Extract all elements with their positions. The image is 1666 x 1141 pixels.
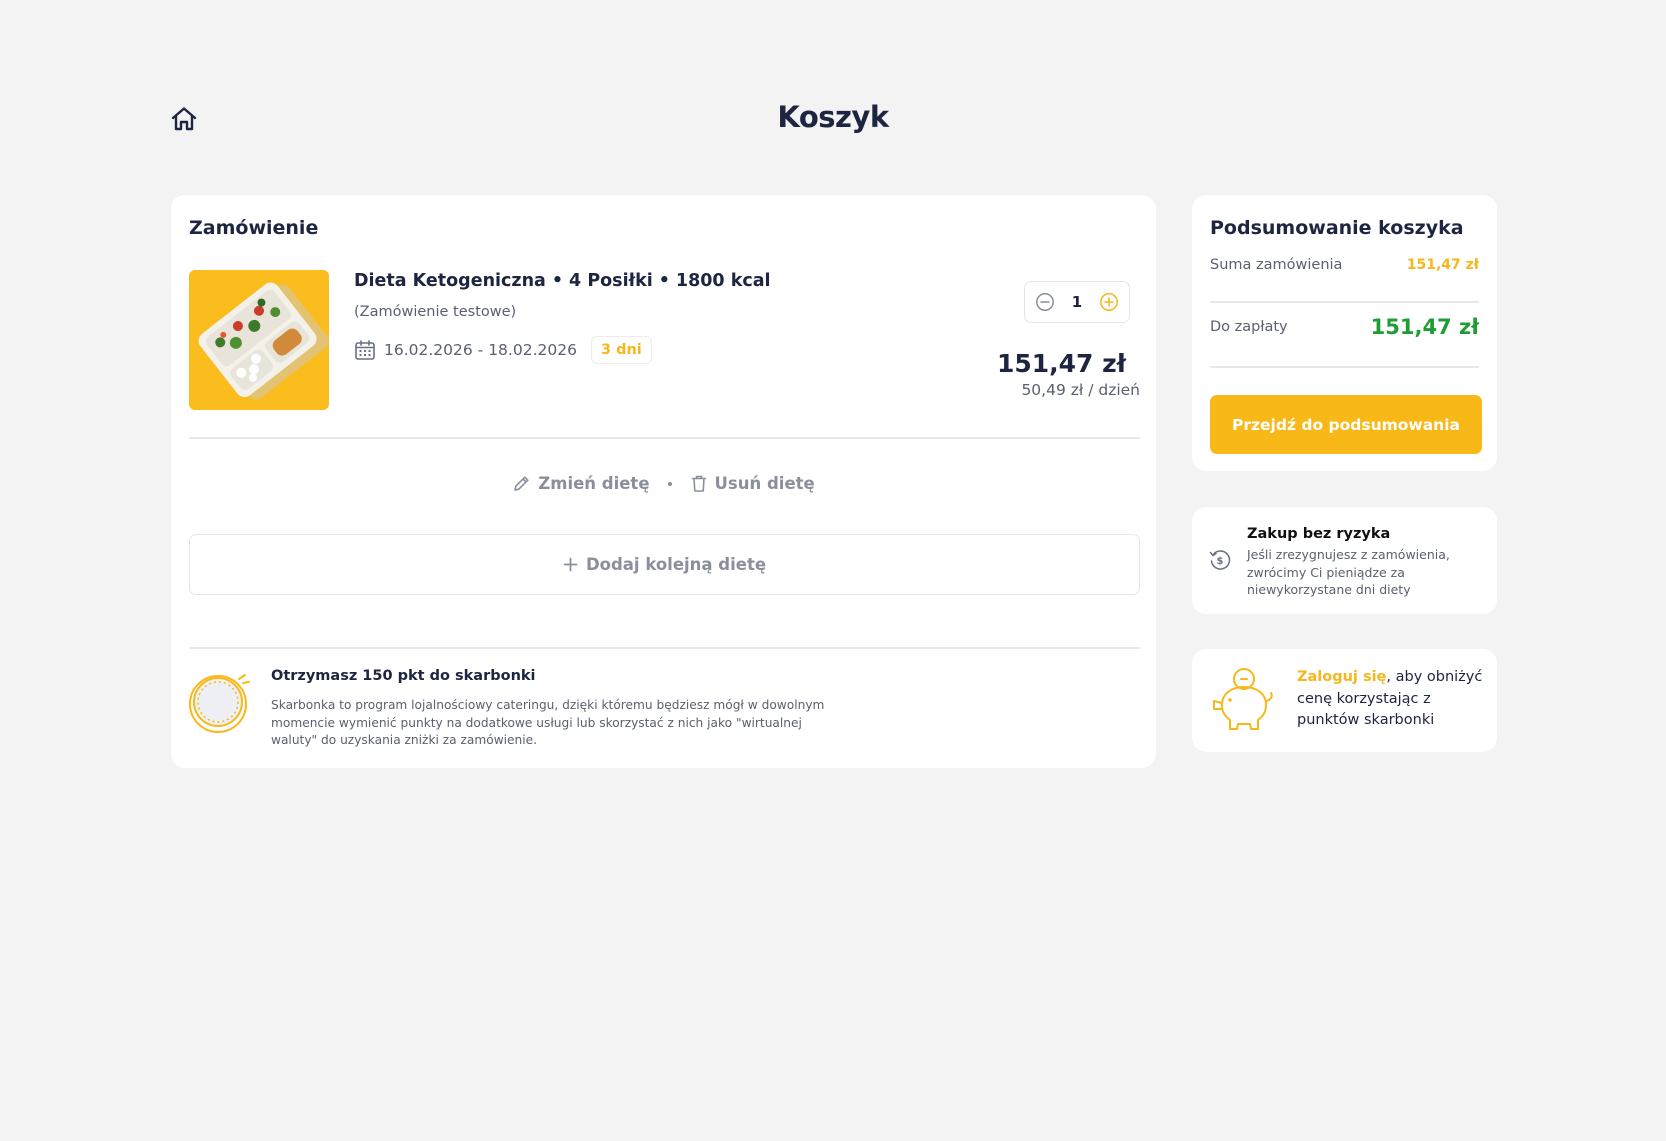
to-pay-label: Do zapłaty	[1210, 319, 1288, 335]
order-card: Zamówienie Dieta Ketogeniczna • 4 Posiłki •…	[171, 195, 1156, 768]
divider	[189, 647, 1140, 649]
date-row: 16.02.2026 - 18.02.2026 3 dni	[354, 336, 652, 364]
login-promo-text: Zaloguj się, aby obniżyć cenę korzystają…	[1297, 667, 1487, 732]
divider	[189, 437, 1140, 439]
risk-free-card: $ Zakup bez ryzyka Jeśli zrezygnujesz z …	[1192, 507, 1497, 614]
date-range: 16.02.2026 - 18.02.2026	[384, 341, 577, 359]
add-diet-label: Dodaj kolejną dietę	[585, 555, 767, 574]
summary-heading: Podsumowanie koszyka	[1210, 217, 1464, 239]
price-per-day: 50,49 zł / dzień	[1021, 381, 1140, 399]
points-title: Otrzymasz 150 pkt do skarbonki	[271, 668, 536, 684]
money-back-icon: $	[1209, 550, 1231, 570]
item-actions: Zmień dietę Usuń dietę	[171, 474, 1156, 493]
plus-icon	[563, 557, 578, 572]
login-link[interactable]: Zaloguj się	[1297, 669, 1386, 685]
order-heading: Zamówienie	[189, 217, 319, 239]
product-image	[189, 270, 329, 410]
order-total-value: 151,47 zł	[1406, 257, 1479, 273]
minus-circle-icon	[1036, 293, 1054, 311]
to-pay-value: 151,47 zł	[1370, 315, 1479, 339]
change-diet-button[interactable]: Zmień dietę	[512, 474, 650, 493]
to-pay-row: Do zapłaty 151,47 zł	[1210, 315, 1479, 339]
plus-circle-icon	[1100, 293, 1118, 311]
quantity-value: 1	[1071, 293, 1083, 311]
separator-dot: •	[658, 271, 670, 291]
separator-dot: •	[551, 271, 564, 291]
increase-button[interactable]	[1099, 292, 1119, 312]
piggy-bank-icon	[1213, 668, 1273, 730]
checkout-button[interactable]: Przejdź do podsumowania	[1210, 395, 1482, 454]
remove-diet-label: Usuń dietę	[714, 474, 815, 493]
diet-name: Dieta Ketogeniczna	[354, 271, 546, 291]
item-price: 151,47 zł	[996, 349, 1126, 378]
decrease-button[interactable]	[1035, 292, 1055, 312]
separator-dot	[667, 481, 672, 486]
calories: 1800 kcal	[675, 271, 771, 291]
meals-count: 4 Posiłki	[569, 271, 653, 291]
svg-text:$: $	[1217, 556, 1224, 567]
order-note: (Zamówienie testowe)	[354, 304, 517, 320]
summary-card: Podsumowanie koszyka Suma zamówienia 151…	[1192, 195, 1497, 471]
change-diet-label: Zmień dietę	[538, 474, 650, 493]
calendar-icon	[355, 340, 375, 360]
page-title: Koszyk	[777, 100, 889, 134]
login-promo-card: Zaloguj się, aby obniżyć cenę korzystają…	[1192, 649, 1497, 752]
points-description: Skarbonka to program lojalnościowy cater…	[271, 698, 825, 747]
quantity-stepper[interactable]: 1	[1024, 281, 1130, 323]
divider	[1210, 366, 1479, 368]
trash-icon	[691, 475, 706, 492]
remove-diet-button[interactable]: Usuń dietę	[690, 474, 815, 493]
risk-free-title: Zakup bez ryzyka	[1247, 526, 1391, 542]
order-total-row: Suma zamówienia 151,47 zł	[1210, 257, 1479, 273]
order-total-label: Suma zamówienia	[1210, 257, 1343, 273]
coin-icon	[189, 674, 250, 733]
product-name: Dieta Ketogeniczna • 4 Posiłki • 1800 kcal	[354, 271, 771, 291]
add-diet-button[interactable]: Dodaj kolejną dietę	[189, 534, 1140, 595]
days-badge: 3 dni	[590, 336, 652, 364]
divider	[1210, 301, 1479, 303]
risk-free-description: Jeśli zrezygnujesz z zamówienia, zwrócim…	[1247, 547, 1450, 597]
pencil-icon	[514, 476, 529, 491]
